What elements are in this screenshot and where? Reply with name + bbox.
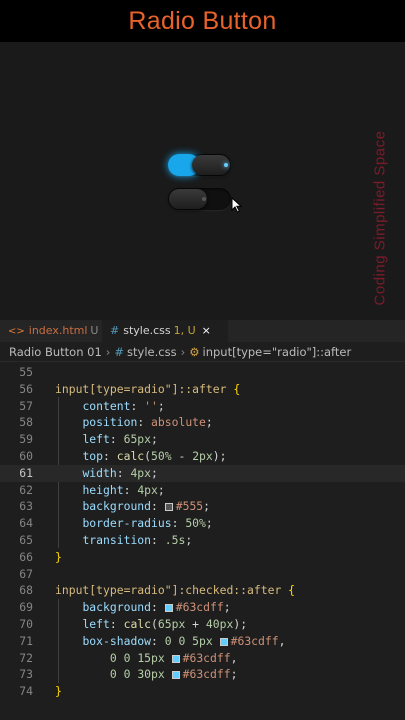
css-file-icon: # <box>114 345 125 359</box>
tab-label: index.html <box>28 324 88 337</box>
radio-toggle-unchecked[interactable] <box>168 188 231 210</box>
selector-symbol-icon: ⚙ <box>189 345 200 359</box>
line-number: 69 <box>19 600 33 615</box>
line-number: 71 <box>19 633 33 648</box>
code-text: } <box>55 549 62 564</box>
code-line[interactable]: 65 transition: .5s; <box>0 532 405 549</box>
line-number: 67 <box>19 566 33 581</box>
code-text: } <box>55 684 62 699</box>
line-number: 65 <box>19 532 33 547</box>
code-text: content: ''; <box>82 398 165 413</box>
code-text: height: 4px; <box>82 482 165 497</box>
tab-style-css[interactable]: # style.css 1, U × <box>102 320 228 342</box>
line-number: 72 <box>19 650 33 665</box>
breadcrumb-symbol[interactable]: input[type="radio"]::after <box>203 345 352 359</box>
code-text: transition: .5s; <box>82 532 193 547</box>
code-text: width: 4px; <box>82 465 158 480</box>
toggle-indicator-dot <box>202 197 206 201</box>
code-line[interactable]: 74} <box>0 683 405 700</box>
line-number: 63 <box>19 499 33 514</box>
code-line[interactable]: 67 <box>0 566 405 583</box>
video-title-bar: Radio Button <box>0 0 405 42</box>
code-line[interactable]: 69 background: #63cdff; <box>0 599 405 616</box>
mouse-cursor-icon <box>231 196 243 217</box>
editor-tabs: <> index.html U # style.css 1, U × <box>0 320 405 342</box>
line-number: 60 <box>19 448 33 463</box>
code-line[interactable]: 70 left: calc(65px + 40px); <box>0 616 405 633</box>
code-text: 0 0 15px #63cdff, <box>109 650 238 665</box>
radio-toggle-checked[interactable] <box>168 154 231 176</box>
css-file-icon: # <box>110 324 120 337</box>
code-text: background: #63cdff; <box>82 600 231 615</box>
code-line[interactable]: 63 background: #555; <box>0 498 405 515</box>
code-line[interactable]: 72 0 0 15px #63cdff, <box>0 650 405 667</box>
html-file-icon: <> <box>8 326 25 337</box>
tab-label: style.css <box>123 324 171 337</box>
code-text: position: absolute; <box>82 415 213 430</box>
code-text: left: 65px; <box>82 432 158 447</box>
code-line[interactable]: 57 content: ''; <box>0 398 405 415</box>
code-text: input[type=radio"]::after { <box>55 381 241 396</box>
chevron-right-icon: › <box>180 345 186 359</box>
breadcrumb: Radio Button 01 › # style.css › ⚙ input[type="… <box>0 342 405 362</box>
code-line[interactable]: 58 position: absolute; <box>0 414 405 431</box>
line-number: 74 <box>19 684 33 699</box>
line-number: 68 <box>19 583 33 598</box>
breadcrumb-file[interactable]: style.css <box>127 345 177 359</box>
tab-status: U <box>90 324 99 337</box>
code-text: left: calc(65px + 40px); <box>82 616 248 631</box>
tab-status: 1, U <box>173 324 196 337</box>
watermark: Coding Simplified Space <box>371 130 389 306</box>
code-editor[interactable]: 5556 input[type=radio"]::after {57 conten… <box>0 364 405 700</box>
line-number: 56 <box>19 381 33 396</box>
line-number: 64 <box>19 516 33 531</box>
code-text: input[type=radio"]:checked::after { <box>55 583 296 598</box>
line-number: 61 <box>19 465 33 480</box>
code-text: 0 0 30px #63cdff; <box>109 667 238 682</box>
code-line[interactable]: 68 input[type=radio"]:checked::after { <box>0 582 405 599</box>
code-line[interactable]: 66} <box>0 549 405 566</box>
line-number: 57 <box>19 398 33 413</box>
code-line[interactable]: 56 input[type=radio"]::after { <box>0 381 405 398</box>
line-number: 58 <box>19 415 33 430</box>
code-line[interactable]: 73 0 0 30px #63cdff; <box>0 666 405 683</box>
chevron-right-icon: › <box>105 345 111 359</box>
line-number: 62 <box>19 482 33 497</box>
tab-index-html[interactable]: <> index.html U <box>0 320 102 342</box>
code-line[interactable]: 71 box-shadow: 0 0 5px #63cdff, <box>0 633 405 650</box>
code-line[interactable]: 61 width: 4px; <box>0 464 405 482</box>
close-icon[interactable]: × <box>202 324 211 337</box>
toggle-indicator-dot <box>224 163 228 167</box>
line-number: 70 <box>19 616 33 631</box>
code-text: border-radius: 50%; <box>82 516 213 531</box>
breadcrumb-folder[interactable]: Radio Button 01 <box>9 345 102 359</box>
code-text: background: #555; <box>82 499 211 514</box>
code-line[interactable]: 62 height: 4px; <box>0 482 405 499</box>
code-text: box-shadow: 0 0 5px #63cdff, <box>82 633 286 648</box>
code-text: top: calc(50% - 2px); <box>82 448 227 463</box>
code-line[interactable]: 64 border-radius: 50%; <box>0 515 405 532</box>
video-title: Radio Button <box>128 6 277 35</box>
code-line[interactable]: 60 top: calc(50% - 2px); <box>0 448 405 465</box>
preview-area <box>0 42 405 320</box>
line-number: 59 <box>19 432 33 447</box>
line-number: 73 <box>19 667 33 682</box>
code-line[interactable]: 59 left: 65px; <box>0 431 405 448</box>
code-line[interactable]: 55 <box>0 364 405 381</box>
line-number: 66 <box>19 549 33 564</box>
line-number: 55 <box>19 365 33 379</box>
